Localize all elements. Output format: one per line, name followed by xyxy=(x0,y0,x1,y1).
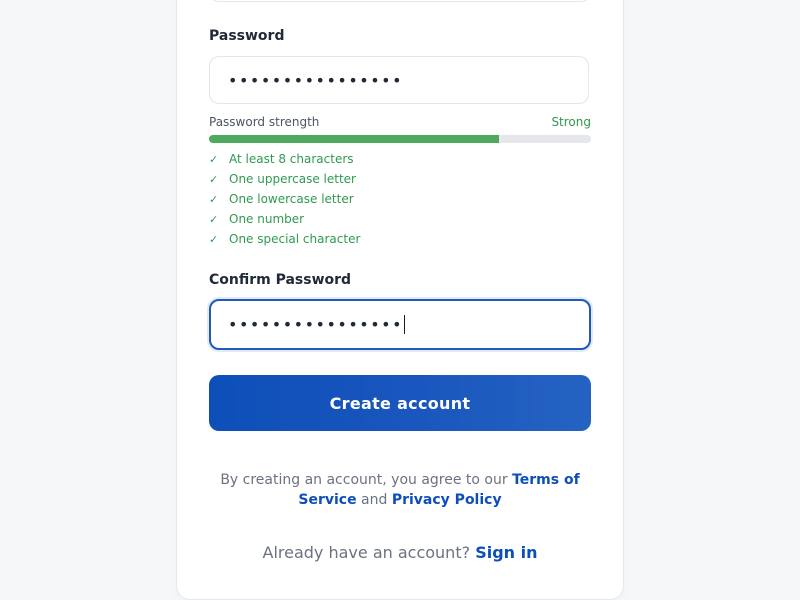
requirement-text: One special character xyxy=(229,232,361,246)
requirement-item: ✓ One special character xyxy=(209,229,360,249)
create-account-button[interactable]: Create account xyxy=(209,375,591,431)
text-caret xyxy=(404,315,405,334)
check-icon: ✓ xyxy=(209,172,219,186)
password-requirements: ✓ At least 8 characters ✓ One uppercase … xyxy=(209,149,360,249)
check-icon: ✓ xyxy=(209,152,219,166)
terms-prefix: By creating an account, you agree to our xyxy=(220,472,508,488)
requirement-text: One number xyxy=(229,212,305,226)
terms-notice: By creating an account, you agree to our… xyxy=(209,470,591,510)
password-value: •••••••••••••••• xyxy=(228,70,403,90)
strength-label: Password strength xyxy=(209,115,320,129)
privacy-policy-link[interactable]: Privacy Policy xyxy=(392,492,502,508)
confirm-password-value: •••••••••••••••• xyxy=(228,315,403,334)
requirement-text: One lowercase letter xyxy=(229,192,354,206)
confirm-password-input[interactable]: •••••••••••••••• xyxy=(209,299,591,350)
signin-prompt-row: Already have an account? Sign in xyxy=(209,543,591,562)
check-icon: ✓ xyxy=(209,232,219,246)
requirement-item: ✓ One lowercase letter xyxy=(209,189,360,209)
strength-meter xyxy=(209,135,591,143)
password-label: Password xyxy=(209,28,285,44)
terms-conjunction: and xyxy=(361,492,388,508)
signin-prompt: Already have an account? xyxy=(262,543,471,562)
previous-field-input[interactable] xyxy=(209,0,591,2)
check-icon: ✓ xyxy=(209,212,219,226)
confirm-password-label: Confirm Password xyxy=(209,272,352,288)
requirement-text: One uppercase letter xyxy=(229,172,356,186)
check-icon: ✓ xyxy=(209,192,219,206)
requirement-item: ✓ One number xyxy=(209,209,360,229)
requirement-item: ✓ At least 8 characters xyxy=(209,149,360,169)
requirement-text: At least 8 characters xyxy=(229,152,354,166)
strength-value: Strong xyxy=(551,115,591,129)
requirement-item: ✓ One uppercase letter xyxy=(209,169,360,189)
strength-meter-fill xyxy=(209,135,500,143)
sign-in-link[interactable]: Sign in xyxy=(475,543,537,562)
password-input[interactable]: •••••••••••••••• xyxy=(209,56,589,104)
